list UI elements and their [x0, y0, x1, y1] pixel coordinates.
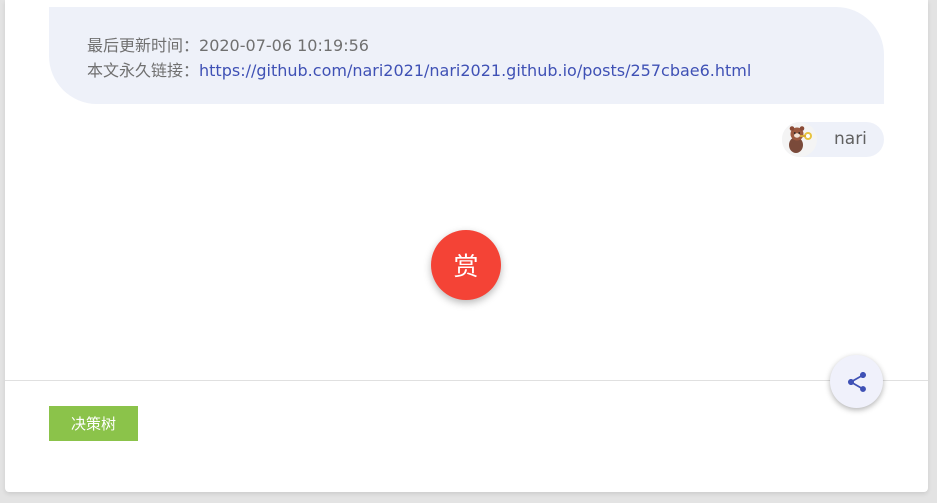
permalink-row: 本文永久链接：https://github.com/nari2021/nari2… — [87, 58, 884, 83]
post-footer-card: 最后更新时间：2020-07-06 10:19:56 本文永久链接：https:… — [5, 0, 928, 492]
red-panda-avatar — [782, 122, 817, 157]
tag-label: 决策树 — [70, 415, 116, 433]
last-updated-row: 最后更新时间：2020-07-06 10:19:56 — [87, 33, 884, 58]
copyright-box: 最后更新时间：2020-07-06 10:19:56 本文永久链接：https:… — [49, 7, 884, 104]
permalink-label: 本文永久链接： — [87, 61, 200, 80]
share-button[interactable] — [830, 355, 883, 408]
last-updated-label: 最后更新时间： — [87, 36, 200, 55]
tag-decision-tree[interactable]: 决策树 — [49, 406, 138, 441]
author-chip[interactable]: nari — [782, 122, 884, 157]
section-divider — [5, 380, 928, 381]
author-name: nari — [834, 129, 867, 149]
reward-button-label: 赏 — [453, 252, 479, 281]
permalink-link[interactable]: https://github.com/nari2021/nari2021.git… — [199, 61, 751, 80]
last-updated-value: 2020-07-06 10:19:56 — [199, 36, 369, 55]
reward-button[interactable]: 赏 — [431, 230, 501, 300]
share-icon — [847, 371, 866, 392]
